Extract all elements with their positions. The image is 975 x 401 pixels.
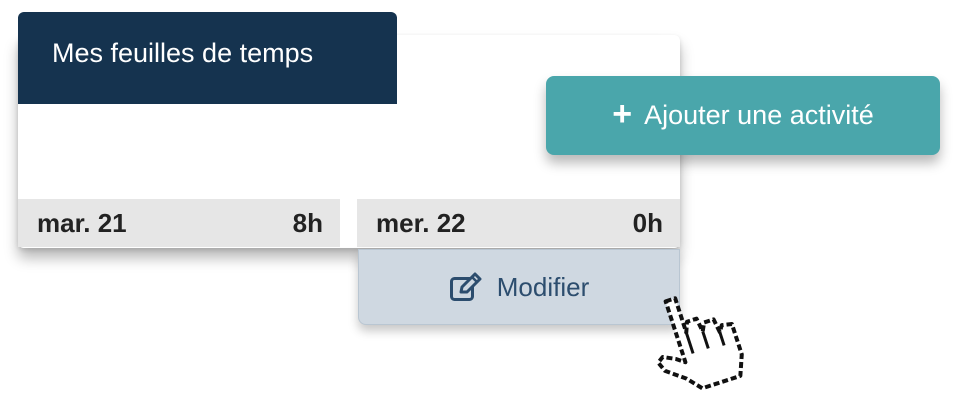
edit-icon	[449, 272, 482, 301]
day-row[interactable]: mer. 22 0h	[357, 199, 680, 247]
hand-pointer-icon	[656, 296, 744, 391]
day-hours: 0h	[632, 207, 663, 238]
day-row[interactable]: mar. 21 8h	[18, 199, 340, 247]
page-title-tab: Mes feuilles de temps	[18, 12, 397, 104]
page-title: Mes feuilles de temps	[52, 38, 314, 68]
plus-icon: +	[612, 95, 633, 133]
day-label: mar. 21	[37, 207, 127, 238]
add-activity-button[interactable]: + Ajouter une activité	[546, 76, 940, 155]
modify-button[interactable]: Modifier	[358, 249, 680, 325]
modify-label: Modifier	[496, 271, 590, 302]
day-hours: 8h	[292, 207, 323, 238]
add-activity-label: Ajouter une activité	[644, 100, 874, 130]
day-label: mer. 22	[376, 207, 466, 238]
